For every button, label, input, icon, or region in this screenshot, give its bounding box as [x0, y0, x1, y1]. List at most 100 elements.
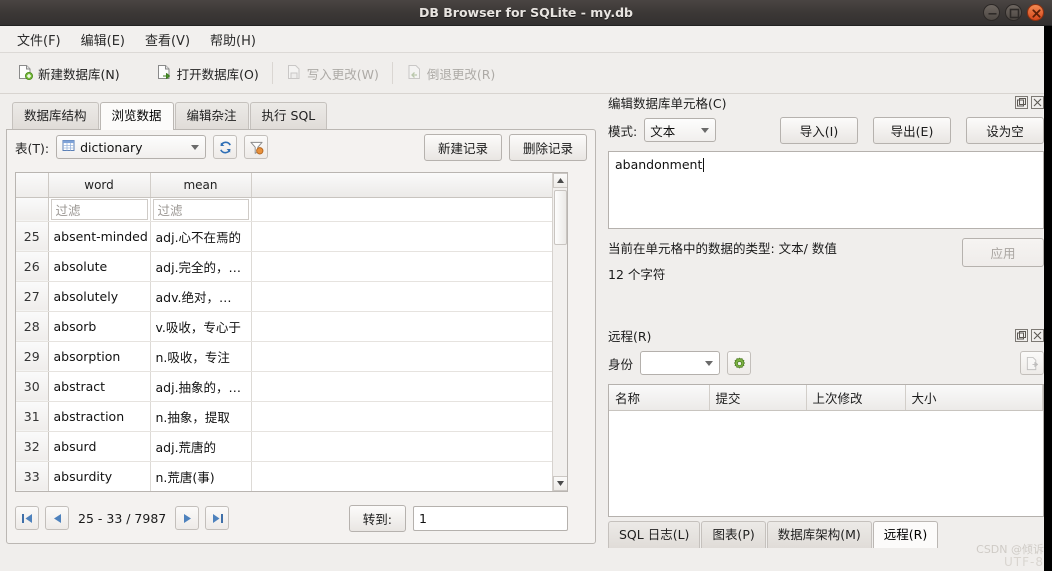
row-number[interactable]: 31 — [16, 401, 49, 432]
cell-mean[interactable]: adj.抽象的，… — [150, 371, 252, 402]
remote-column-name[interactable]: 名称 — [609, 385, 710, 411]
tab-browse-data[interactable]: 浏览数据 — [99, 102, 174, 130]
table-row[interactable]: 26 absolute adj.完全的，… — [16, 251, 567, 282]
tab-execute-sql[interactable]: 执行 SQL — [249, 102, 328, 129]
filter-input-mean[interactable]: 过滤 — [152, 198, 249, 220]
filter-cell-word[interactable]: 过滤 — [48, 197, 151, 222]
row-number[interactable]: 29 — [16, 341, 49, 372]
cell-word[interactable]: absolutely — [48, 281, 151, 312]
row-number[interactable]: 32 — [16, 431, 49, 462]
bottom-tab-db-schema[interactable]: 数据库架构(M) — [766, 521, 872, 548]
table-row[interactable]: 31 abstraction n.抽象，提取 — [16, 401, 567, 432]
cell-mean[interactable]: adv.绝对，… — [150, 281, 252, 312]
bottom-tab-remote[interactable]: 远程(R) — [872, 521, 939, 548]
close-button[interactable] — [1027, 4, 1044, 21]
close-dock-icon[interactable] — [1031, 95, 1044, 109]
float-dock-icon[interactable] — [1015, 328, 1028, 342]
tab-edit-pragmas[interactable]: 编辑杂注 — [174, 102, 249, 129]
cell-word[interactable]: absorption — [48, 341, 151, 372]
previous-record-button[interactable] — [45, 506, 69, 530]
table-row[interactable]: 32 absurd adj.荒唐的 — [16, 431, 567, 462]
record-navigation: 25 - 33 / 7987 转到: 1 — [15, 503, 568, 533]
last-record-button[interactable] — [205, 506, 230, 530]
close-dock-icon[interactable] — [1031, 328, 1044, 342]
minimize-button[interactable] — [983, 4, 1000, 21]
grid-vertical-scrollbar[interactable] — [552, 173, 567, 491]
table-row[interactable]: 27 absolutely adv.绝对，… — [16, 281, 567, 312]
mode-select-combo[interactable]: 文本 — [644, 118, 717, 142]
cell-mean[interactable]: v.吸收，专心于 — [150, 311, 252, 342]
scroll-up-button[interactable] — [553, 173, 567, 188]
cell-mean[interactable]: n.荒唐(事) — [150, 461, 252, 491]
table-select-combo[interactable]: dictionary — [56, 135, 207, 159]
menu-help[interactable]: 帮助(H) — [201, 27, 265, 52]
menu-view[interactable]: 查看(V) — [136, 27, 199, 52]
clear-filter-button[interactable] — [244, 135, 269, 159]
export-button[interactable]: 导出(E) — [873, 116, 951, 144]
delete-record-button[interactable]: 删除记录 — [508, 133, 587, 161]
table-row[interactable]: 33 absurdity n.荒唐(事) — [16, 461, 567, 491]
cell-word[interactable]: absurd — [48, 431, 151, 462]
row-number[interactable]: 27 — [16, 281, 49, 312]
remote-settings-button[interactable] — [727, 351, 752, 375]
toolbar-separator-1 — [271, 62, 273, 84]
open-database-button[interactable]: 打开数据库(O) — [149, 61, 266, 86]
remote-column-size[interactable]: 大小 — [905, 385, 1043, 411]
filter-input-word[interactable]: 过滤 — [50, 198, 148, 220]
write-changes-button[interactable]: 写入更改(W) — [279, 61, 386, 86]
cell-word[interactable]: abstract — [48, 371, 151, 402]
goto-button[interactable]: 转到: — [348, 504, 406, 532]
table-row[interactable]: 29 absorption n.吸收，专注 — [16, 341, 567, 372]
float-dock-icon[interactable] — [1015, 95, 1028, 109]
row-number[interactable]: 30 — [16, 371, 49, 402]
cell-content-editor[interactable]: abandonment — [608, 151, 1044, 229]
cell-mean[interactable]: adj.荒唐的 — [150, 431, 252, 462]
tab-database-structure[interactable]: 数据库结构 — [12, 102, 99, 129]
new-database-button[interactable]: 新建数据库(N) — [10, 61, 127, 86]
apply-button[interactable]: 应用 — [962, 238, 1044, 267]
first-record-button[interactable] — [15, 506, 39, 530]
cell-word[interactable]: absent-minded — [48, 221, 151, 252]
scrollbar-thumb[interactable] — [554, 190, 567, 245]
bottom-tab-sql-log[interactable]: SQL 日志(L) — [608, 521, 701, 548]
title-bar: DB Browser for SQLite - my.db — [0, 0, 1052, 26]
scroll-down-button[interactable] — [553, 476, 567, 491]
cell-mean[interactable]: n.吸收，专注 — [150, 341, 252, 372]
cell-mean[interactable]: adj.完全的，… — [150, 251, 252, 282]
goto-input[interactable]: 1 — [413, 505, 568, 531]
goto-record-group: 转到: 1 — [348, 504, 568, 532]
filter-cell-mean[interactable]: 过滤 — [150, 197, 252, 222]
table-row[interactable]: 28 absorb v.吸收，专心于 — [16, 311, 567, 342]
remote-column-last-modified[interactable]: 上次修改 — [806, 385, 906, 411]
table-row[interactable]: 25 absent-minded adj.心不在焉的 — [16, 221, 567, 252]
maximize-button[interactable] — [1005, 4, 1022, 21]
import-button[interactable]: 导入(I) — [780, 116, 858, 144]
column-header-mean[interactable]: mean — [150, 173, 252, 198]
table-row[interactable]: 30 abstract adj.抽象的，… — [16, 371, 567, 402]
column-header-word[interactable]: word — [48, 173, 151, 198]
remote-push-button[interactable] — [1020, 351, 1044, 375]
cell-word[interactable]: abstraction — [48, 401, 151, 432]
cell-word[interactable]: absolute — [48, 251, 151, 282]
cell-word[interactable]: absorb — [48, 311, 151, 342]
identity-select-combo[interactable] — [640, 351, 721, 375]
revert-changes-button[interactable]: 倒退更改(R) — [399, 61, 502, 86]
set-null-button[interactable]: 设为空 — [966, 116, 1044, 144]
row-number[interactable]: 33 — [16, 461, 49, 491]
row-number[interactable]: 25 — [16, 221, 49, 252]
remote-column-commit[interactable]: 提交 — [709, 385, 807, 411]
menu-edit[interactable]: 编辑(E) — [72, 27, 134, 52]
remote-file-list[interactable]: 名称 提交 上次修改 大小 — [608, 384, 1044, 517]
new-record-button[interactable]: 新建记录 — [423, 133, 502, 161]
next-record-button[interactable] — [175, 506, 200, 530]
cell-mean[interactable]: adj.心不在焉的 — [150, 221, 252, 252]
cell-word[interactable]: absurdity — [48, 461, 151, 491]
write-changes-label: 写入更改(W) — [306, 66, 379, 82]
cell-editor-info: 当前在单元格中的数据的类型: 文本/ 数值 12 个字符 应用 — [608, 238, 1044, 290]
menu-file[interactable]: 文件(F) — [8, 27, 70, 52]
cell-mean[interactable]: n.抽象，提取 — [150, 401, 252, 432]
refresh-button[interactable] — [213, 135, 238, 159]
row-number[interactable]: 26 — [16, 251, 49, 282]
bottom-tab-plot[interactable]: 图表(P) — [701, 521, 766, 548]
row-number[interactable]: 28 — [16, 311, 49, 342]
